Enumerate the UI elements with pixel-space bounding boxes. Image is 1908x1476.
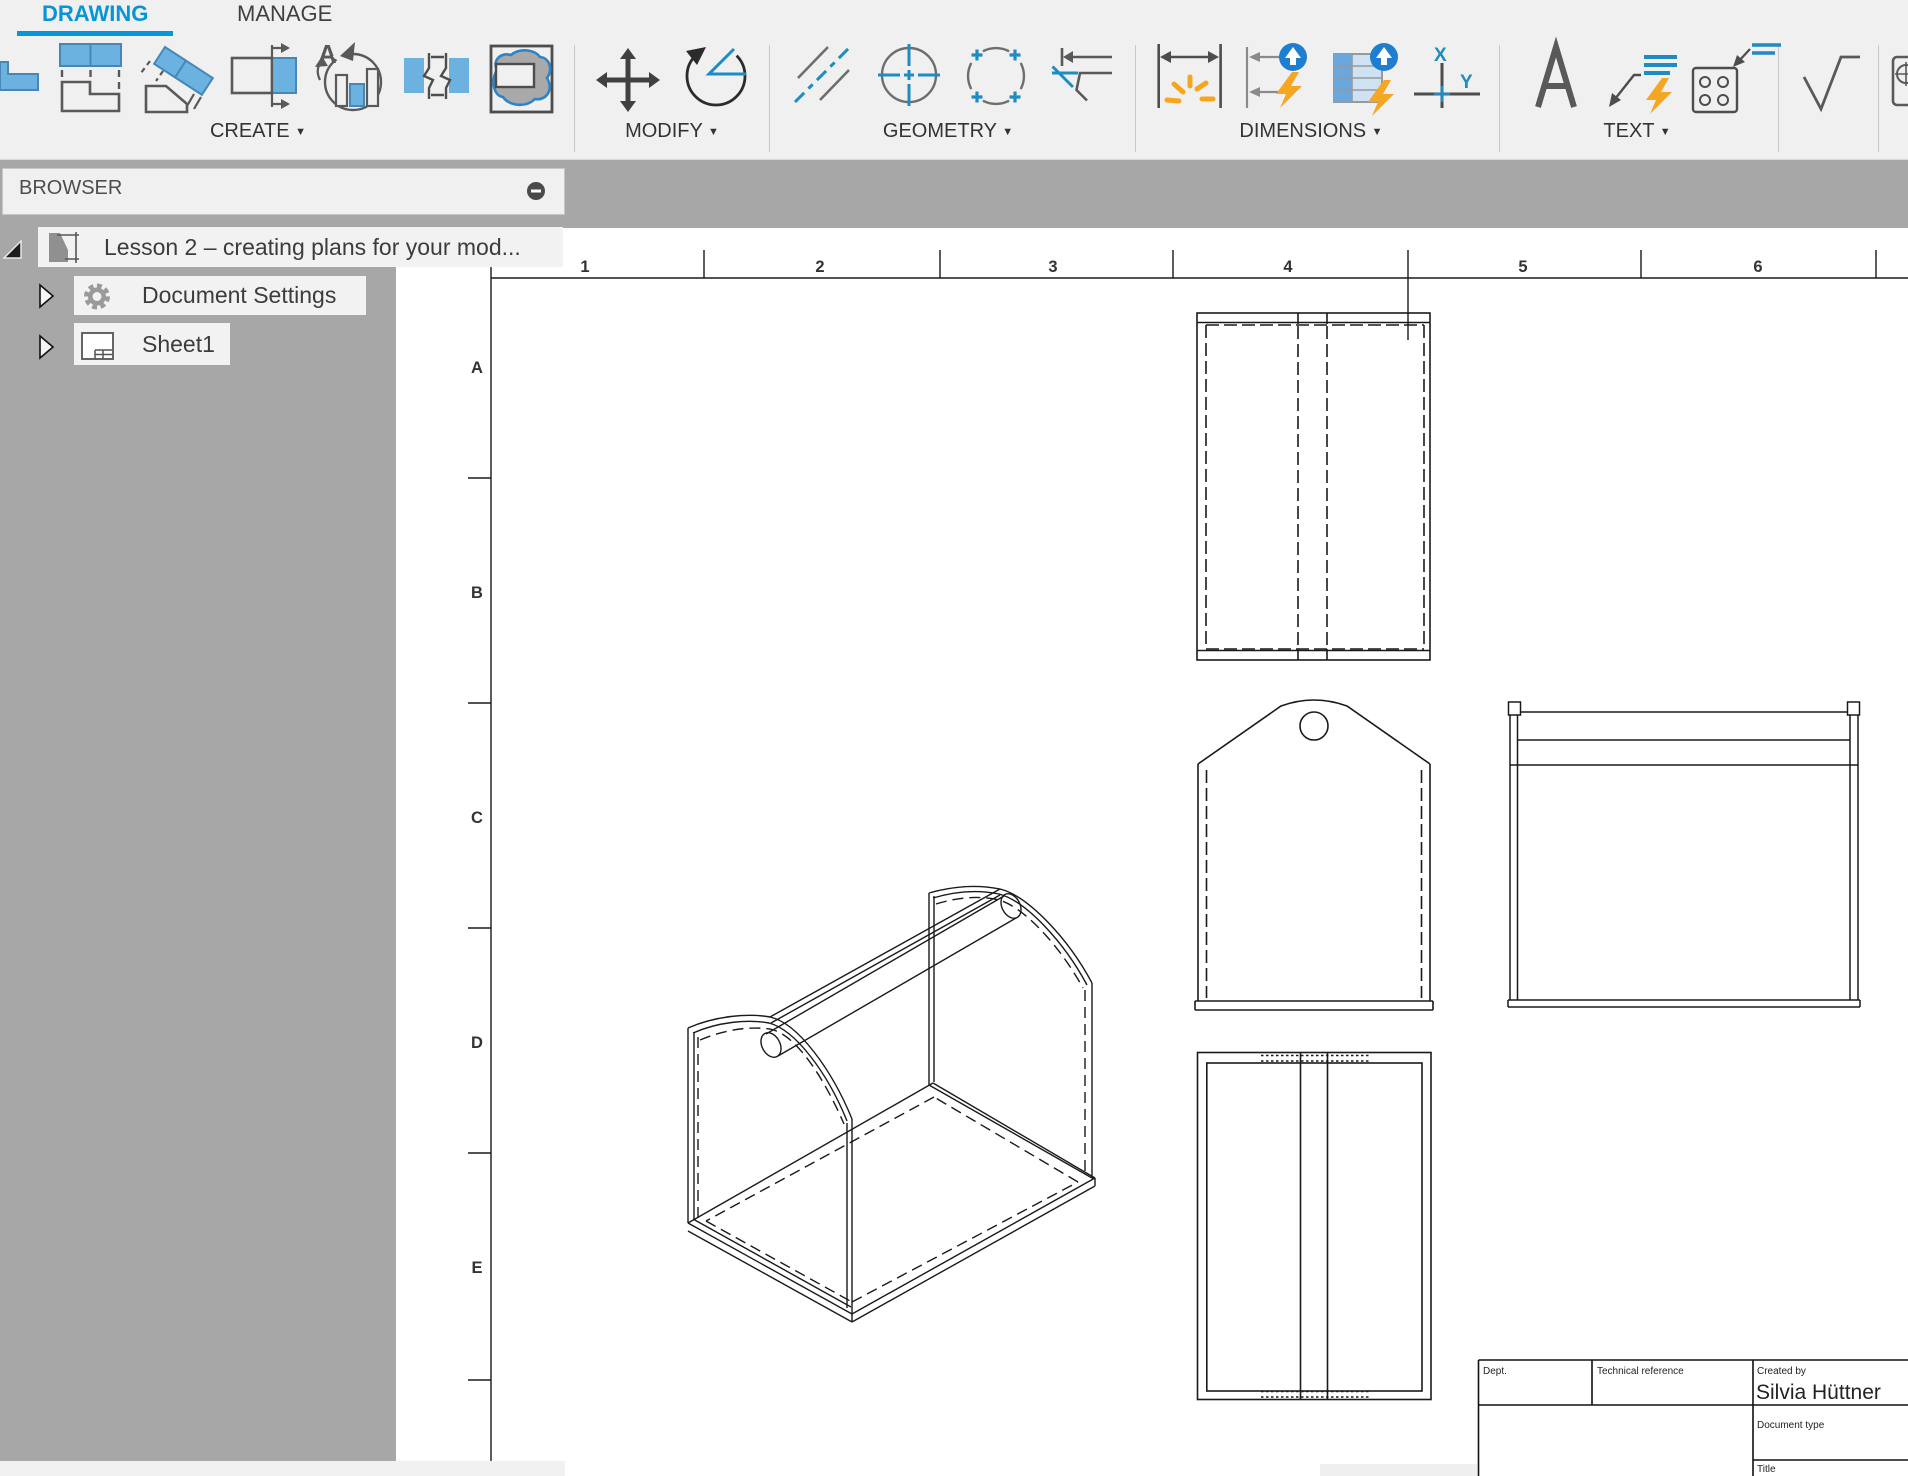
svg-text:Technical reference: Technical reference [1597, 1366, 1684, 1377]
svg-text:C: C [471, 809, 483, 827]
svg-text:4: 4 [1283, 258, 1293, 276]
svg-text:Title: Title [1757, 1464, 1776, 1475]
svg-text:3: 3 [1048, 258, 1057, 276]
svg-text:A: A [471, 359, 483, 377]
svg-text:Dept.: Dept. [1483, 1366, 1507, 1377]
svg-text:6: 6 [1753, 258, 1762, 276]
svg-text:Created by: Created by [1757, 1366, 1806, 1377]
svg-text:Y: Y [1460, 72, 1473, 93]
svg-text:Silvia Hüttner: Silvia Hüttner [1756, 1381, 1881, 1404]
svg-text:2: 2 [815, 258, 824, 276]
svg-text:D: D [471, 1034, 483, 1052]
svg-text:E: E [471, 1259, 482, 1277]
svg-text:Document type: Document type [1757, 1420, 1825, 1431]
svg-text:5: 5 [1518, 258, 1527, 276]
svg-text:1: 1 [580, 258, 589, 276]
svg-text:X: X [1434, 45, 1447, 66]
svg-text:B: B [471, 584, 483, 602]
